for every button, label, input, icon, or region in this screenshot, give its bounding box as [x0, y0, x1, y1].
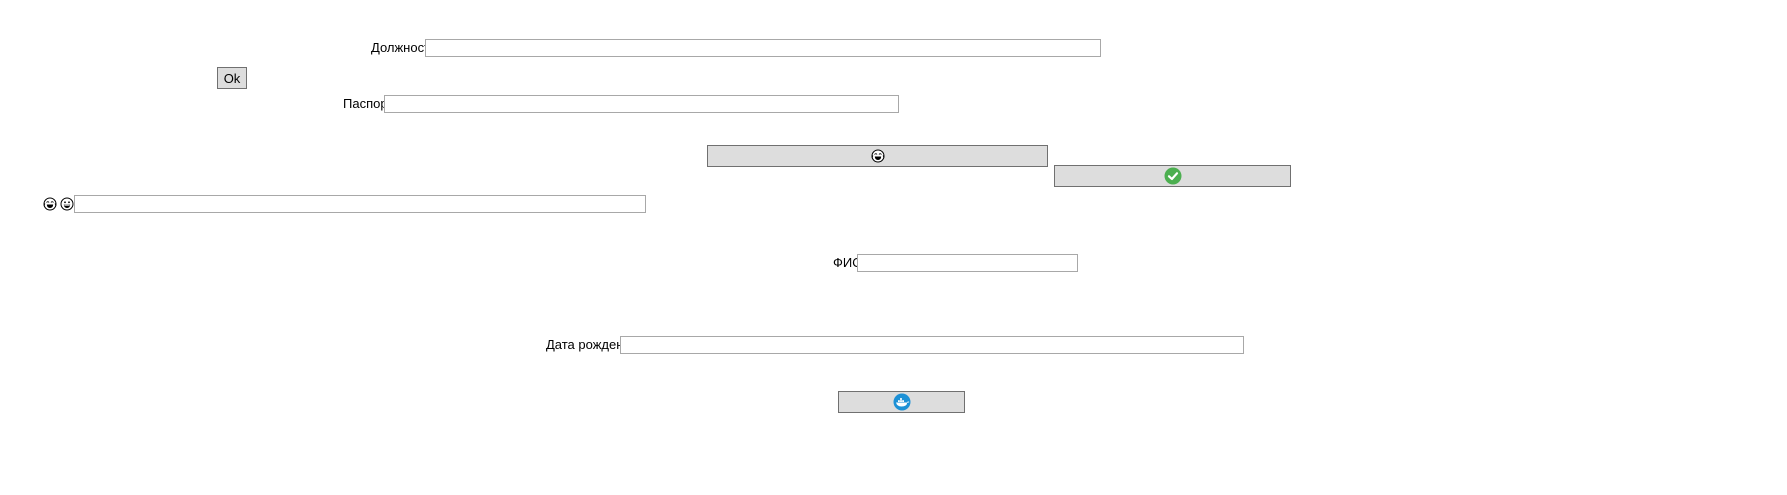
green-check-icon	[1164, 167, 1182, 185]
emoji-button[interactable]	[707, 145, 1048, 167]
fio-input[interactable]	[857, 254, 1078, 272]
docker-button[interactable]	[838, 391, 965, 413]
confirm-button[interactable]	[1054, 165, 1291, 187]
position-input[interactable]	[425, 39, 1101, 57]
ok-button[interactable]: Ok	[217, 67, 247, 89]
emoji-input[interactable]	[74, 195, 646, 213]
birth-date-input[interactable]	[620, 336, 1244, 354]
grinning-face-with-tears-icon	[871, 149, 885, 163]
passport-input[interactable]	[384, 95, 899, 113]
grinning-face-with-tears-icon	[43, 197, 57, 211]
docker-whale-icon	[893, 393, 911, 411]
grinning-face-icon	[60, 197, 74, 211]
